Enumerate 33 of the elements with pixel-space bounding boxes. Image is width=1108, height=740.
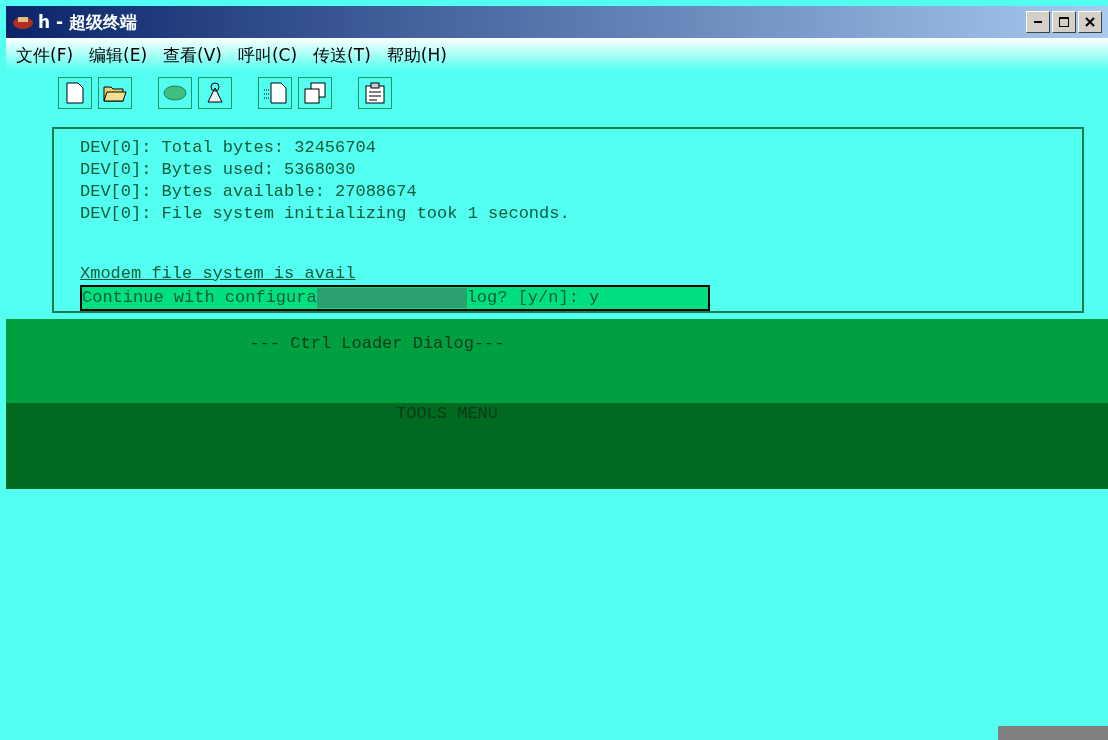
clipboard-icon (364, 82, 386, 104)
menu-item[interactable]: 编辑(E) (89, 44, 148, 67)
terminal-line: Xmodem file system is avail (80, 263, 357, 285)
maximize-button[interactable] (1052, 11, 1076, 33)
window-title: h - 超级终端 (38, 10, 137, 34)
new-file-button[interactable] (58, 77, 92, 109)
copy-icon (303, 82, 327, 104)
properties-button[interactable] (358, 77, 392, 109)
menu-item[interactable]: 帮助(H) (386, 44, 447, 67)
document-icon (66, 82, 84, 104)
terminal-line: Continue with configura (82, 287, 317, 309)
menu-item[interactable]: 查看(V) (163, 44, 222, 67)
menu-item[interactable]: 文件(F) (16, 44, 74, 67)
close-icon (1084, 16, 1096, 28)
minimize-button[interactable] (1026, 11, 1050, 33)
terminal-line: DEV[0]: File system initializing took 1 seconds. (80, 203, 571, 225)
menu-item[interactable]: 传送(T) (313, 44, 371, 67)
terminal-line: DEV[0]: Bytes used: 5368030 (80, 159, 357, 181)
call-button[interactable] (158, 77, 192, 109)
close-button[interactable] (1078, 11, 1102, 33)
minimize-icon (1034, 21, 1042, 23)
disconnect-button[interactable] (198, 77, 232, 109)
dialog-heading: --- Ctrl Loader Dialog--- (249, 333, 505, 355)
menu-item[interactable]: 呼叫(C) (237, 44, 298, 67)
document-icon (263, 82, 287, 104)
send-button[interactable] (258, 77, 292, 109)
folder-icon (103, 84, 127, 102)
receive-button[interactable] (298, 77, 332, 109)
terminal-line: log? [y/n]: y (466, 287, 600, 309)
open-button[interactable] (98, 77, 132, 109)
maximize-icon (1058, 16, 1070, 28)
terminal-line: DEV[0]: Total bytes: 32456704 (80, 137, 377, 159)
terminal-line: DEV[0]: Bytes available: 27088674 (80, 181, 418, 203)
